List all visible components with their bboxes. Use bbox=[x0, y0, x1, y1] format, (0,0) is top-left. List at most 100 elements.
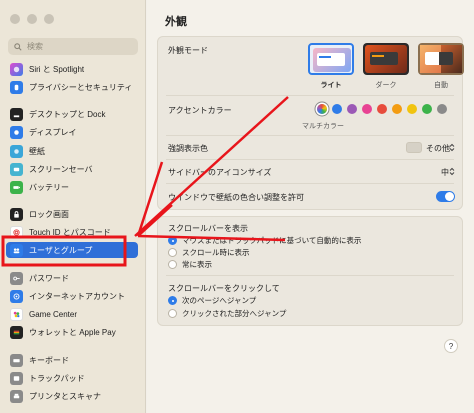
main-pane: 外観 外観モード ライト ダーク 自動 アクセントカラー マルチカラー 強調表示… bbox=[147, 0, 474, 413]
sidebar-item-label: プリンタとスキャナ bbox=[29, 391, 101, 401]
appearance-light-option[interactable] bbox=[308, 43, 354, 75]
appearance-light-label: ライト bbox=[320, 82, 342, 89]
accent-pink-swatch[interactable] bbox=[362, 104, 372, 114]
hand-icon bbox=[10, 80, 23, 94]
wallpaper-icon bbox=[10, 144, 23, 158]
accent-red-swatch[interactable] bbox=[377, 104, 387, 114]
scrollbar-auto-radio[interactable]: マウスまたはトラックパッドに基づいて自動的に表示 bbox=[168, 235, 361, 246]
appearance-dark-label: ダーク bbox=[375, 82, 397, 89]
search-icon bbox=[14, 42, 22, 51]
show-scrollbars-label: スクロールバーを表示 bbox=[168, 224, 248, 233]
sidebar-item-battery[interactable]: バッテリー bbox=[10, 179, 138, 195]
display-icon bbox=[10, 125, 23, 139]
sidebar-item-wallpaper[interactable]: 壁紙 bbox=[10, 143, 138, 159]
click-scrollbar-label: スクロールバーをクリックして bbox=[168, 284, 280, 293]
radio-dot bbox=[168, 248, 177, 257]
sidebar-item-internet-accounts[interactable]: インターネットアカウント bbox=[10, 288, 138, 304]
sidebar-item-label: トラックパッド bbox=[29, 373, 85, 383]
wallpaper-tint-label: ウインドウで壁紙の色合い調整を許可 bbox=[168, 193, 304, 202]
sidebar-item-siri[interactable]: Siri と Spotlight bbox=[10, 61, 138, 77]
accent-purple-swatch[interactable] bbox=[347, 104, 357, 114]
sidebar-icon-size-popup[interactable]: 中 bbox=[441, 167, 449, 178]
close-button[interactable] bbox=[10, 14, 20, 24]
radio-label: 次のページへジャンプ bbox=[182, 296, 257, 305]
divider bbox=[166, 275, 454, 276]
appearance-card: 外観モード ライト ダーク 自動 アクセントカラー マルチカラー 強調表示色 そ… bbox=[157, 36, 464, 210]
window-controls bbox=[10, 14, 54, 24]
sidebar-item-label: デスクトップと Dock bbox=[29, 109, 106, 119]
highlight-color-preview bbox=[406, 142, 422, 153]
chevron-updown-icon bbox=[449, 143, 455, 152]
sidebar-item-label: スクリーンセーバ bbox=[29, 164, 93, 174]
sidebar-item-label: パスワード bbox=[29, 273, 69, 283]
gamecenter-icon bbox=[10, 307, 23, 321]
sidebar-item-display[interactable]: ディスプレイ bbox=[10, 124, 138, 140]
accent-blue-swatch[interactable] bbox=[332, 104, 342, 114]
trackpad-icon bbox=[10, 371, 23, 385]
sidebar-item-lock-screen[interactable]: ロック画面 bbox=[10, 206, 138, 222]
sidebar-item-passwords[interactable]: パスワード bbox=[10, 270, 138, 286]
accent-selected-label: マルチカラー bbox=[302, 123, 344, 130]
sidebar-item-users-groups[interactable]: ユーザとグループ bbox=[6, 242, 138, 258]
wallpaper-tint-toggle[interactable] bbox=[436, 191, 455, 202]
sidebar-item-label: 壁紙 bbox=[29, 146, 45, 156]
page-title: 外観 bbox=[165, 16, 187, 28]
sidebar-item-trackpad[interactable]: トラックパッド bbox=[10, 370, 138, 386]
sidebar-item-label: キーボード bbox=[29, 355, 69, 365]
radio-dot bbox=[168, 296, 177, 305]
sidebar: Siri と Spotlight プライバシーとセキュリティ デスクトップと D… bbox=[0, 0, 146, 413]
radio-label: クリックされた部分へジャンプ bbox=[182, 309, 287, 318]
accent-color-swatches bbox=[317, 104, 452, 116]
sidebar-item-label: ウォレットと Apple Pay bbox=[29, 327, 116, 337]
jump-clicked-spot-radio[interactable]: クリックされた部分へジャンプ bbox=[168, 308, 286, 319]
dock-icon bbox=[10, 107, 23, 121]
search-input[interactable] bbox=[27, 42, 127, 51]
accent-color-label: アクセントカラー bbox=[168, 106, 232, 115]
accent-green-swatch[interactable] bbox=[422, 104, 432, 114]
at-icon bbox=[10, 289, 23, 303]
wallet-icon bbox=[10, 325, 23, 339]
search-field[interactable] bbox=[8, 38, 138, 55]
sidebar-item-label: ユーザとグループ bbox=[29, 245, 93, 255]
accent-graphite-swatch[interactable] bbox=[437, 104, 447, 114]
scrollbar-when-scrolling-radio[interactable]: スクロール時に表示 bbox=[168, 247, 250, 258]
radio-label: 常に表示 bbox=[182, 260, 212, 269]
highlight-color-label: 強調表示色 bbox=[168, 144, 208, 153]
sidebar-item-label: インターネットアカウント bbox=[29, 291, 125, 301]
sidebar-item-wallet[interactable]: ウォレットと Apple Pay bbox=[10, 324, 138, 340]
accent-multicolor-swatch[interactable] bbox=[317, 104, 327, 114]
screensaver-icon bbox=[10, 162, 23, 176]
radio-dot bbox=[168, 236, 177, 245]
radio-label: スクロール時に表示 bbox=[182, 248, 250, 257]
divider bbox=[166, 135, 454, 136]
sidebar-item-game-center[interactable]: Game Center bbox=[10, 306, 138, 322]
help-button[interactable]: ? bbox=[444, 339, 458, 353]
appearance-dark-option[interactable] bbox=[363, 43, 409, 75]
chevron-updown-icon bbox=[449, 167, 455, 176]
sidebar-item-label: バッテリー bbox=[29, 182, 69, 192]
accent-yellow-swatch[interactable] bbox=[407, 104, 417, 114]
appearance-auto-option[interactable] bbox=[418, 43, 464, 75]
zoom-button[interactable] bbox=[44, 14, 54, 24]
highlight-color-popup[interactable]: その他 bbox=[426, 143, 450, 154]
scrollbar-always-radio[interactable]: 常に表示 bbox=[168, 259, 212, 270]
jump-next-page-radio[interactable]: 次のページへジャンプ bbox=[168, 295, 256, 306]
sidebar-item-keyboard[interactable]: キーボード bbox=[10, 352, 138, 368]
radio-dot bbox=[168, 260, 177, 269]
scrollbar-card: スクロールバーを表示 マウスまたはトラックパッドに基づいて自動的に表示 スクロー… bbox=[157, 216, 463, 326]
printer-icon bbox=[10, 389, 23, 403]
sidebar-item-label: Touch ID とパスコード bbox=[29, 227, 111, 237]
system-settings-window: Siri と Spotlight プライバシーとセキュリティ デスクトップと D… bbox=[0, 0, 474, 413]
sidebar-item-label: ロック画面 bbox=[29, 209, 69, 219]
sidebar-item-privacy[interactable]: プライバシーとセキュリティ bbox=[10, 79, 138, 95]
accent-orange-swatch[interactable] bbox=[392, 104, 402, 114]
sidebar-item-touch-id[interactable]: Touch ID とパスコード bbox=[10, 224, 138, 240]
minimize-button[interactable] bbox=[27, 14, 37, 24]
fingerprint-icon bbox=[10, 225, 23, 239]
sidebar-item-screensaver[interactable]: スクリーンセーバ bbox=[10, 161, 138, 177]
sidebar-item-printers[interactable]: プリンタとスキャナ bbox=[10, 388, 138, 404]
divider bbox=[166, 183, 454, 184]
sidebar-icon-size-label: サイドバーのアイコンサイズ bbox=[168, 168, 272, 177]
radio-dot bbox=[168, 309, 177, 318]
sidebar-item-desktop-dock[interactable]: デスクトップと Dock bbox=[10, 106, 138, 122]
